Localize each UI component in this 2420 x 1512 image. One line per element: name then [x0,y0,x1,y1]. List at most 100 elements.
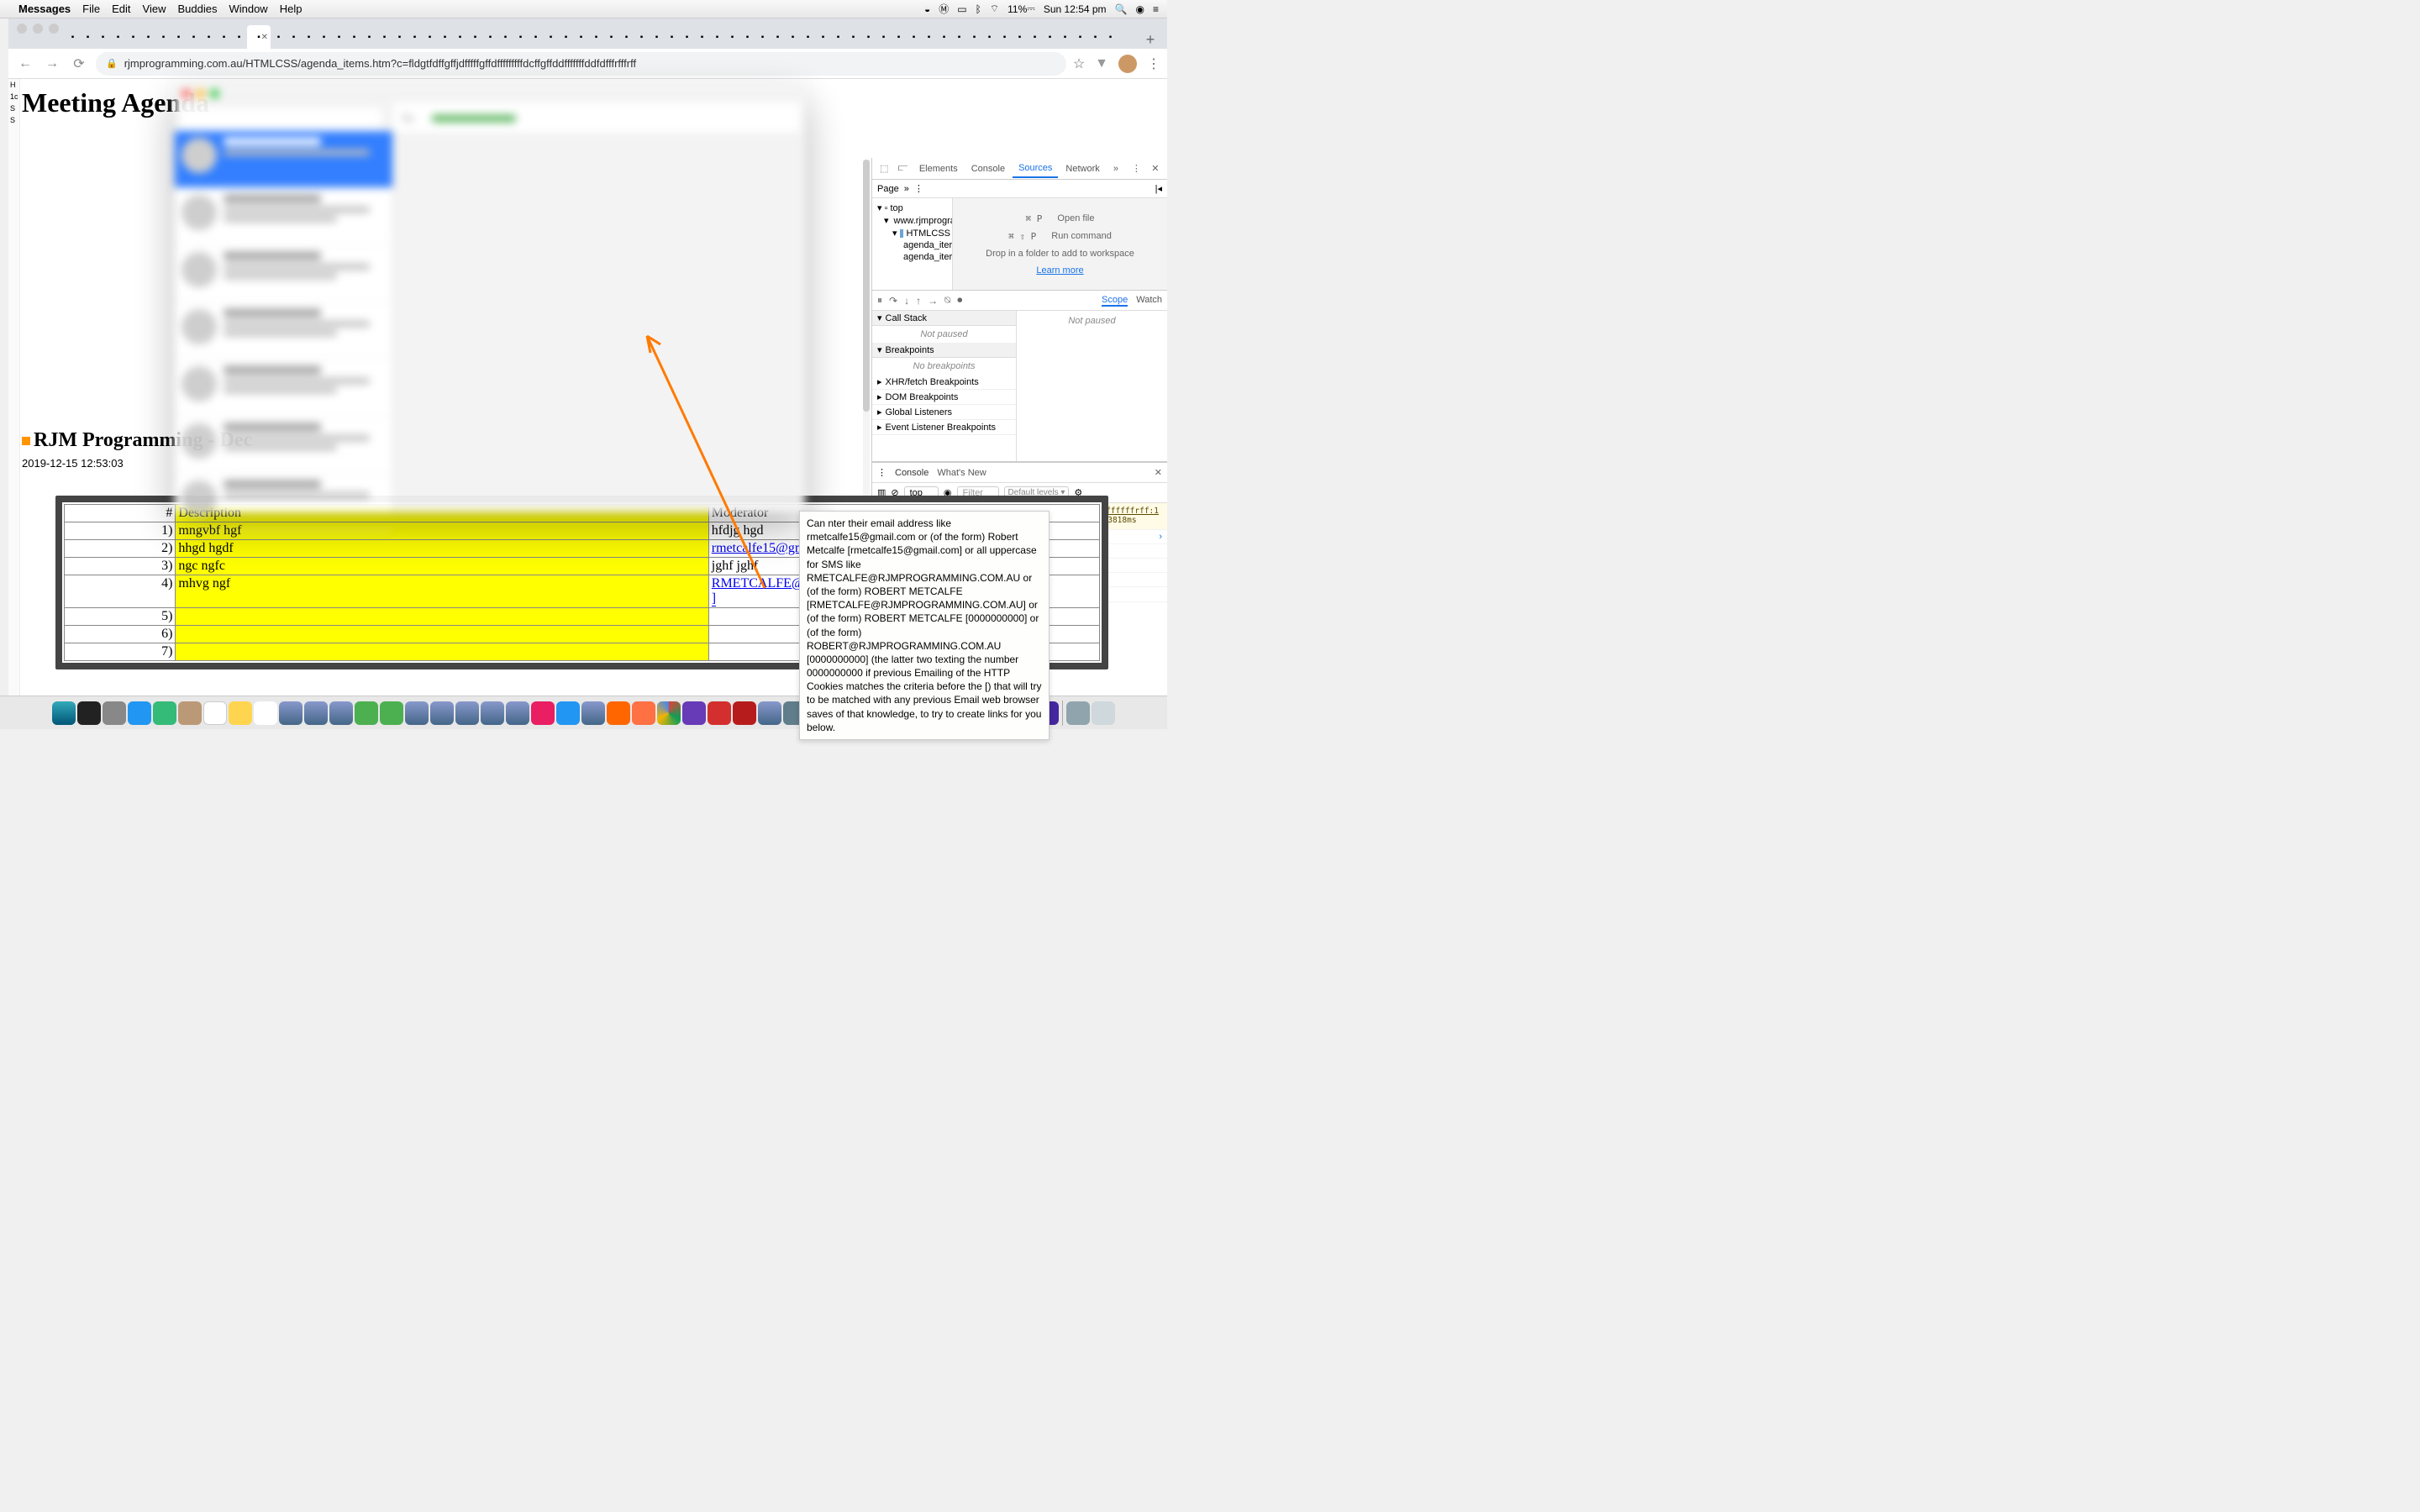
tab[interactable]: ▪ [1058,25,1072,49]
dock-launchpad[interactable] [103,701,126,725]
tab[interactable]: ▪ [574,25,588,49]
tab[interactable]: ▪ [317,25,331,49]
tab[interactable]: ▪ [302,25,316,49]
dock-siri[interactable] [77,701,101,725]
dock-app[interactable] [481,701,504,725]
tab[interactable]: ▪ [786,25,800,49]
devtools-close-icon[interactable]: ✕ [1147,163,1164,174]
desc-cell[interactable]: mhvg ngf [176,575,708,608]
dom-breakpoints[interactable]: ▸ DOM Breakpoints [872,390,1016,405]
step-out-icon[interactable]: ↑ [916,295,921,307]
window-close[interactable] [17,24,27,34]
conversation[interactable] [175,360,392,417]
menu-file[interactable]: File [82,3,100,15]
tab[interactable]: ▪ [695,25,709,49]
desc-cell[interactable]: ngc ngfc [176,558,708,575]
tab[interactable]: ▪ [1013,25,1027,49]
sources-page-tab[interactable]: Page [877,184,899,194]
chrome-menu-icon[interactable]: ⋮ [1147,55,1160,72]
tab[interactable]: ▪ [589,25,603,49]
step-icon[interactable]: → [928,295,938,307]
tab[interactable]: ▪ [604,25,618,49]
tab[interactable]: ▪ [816,25,830,49]
tree-file[interactable]: agenda_iter [874,251,950,263]
tabs-overflow-icon[interactable]: » [1107,164,1124,174]
airplay-icon[interactable]: ▭ [957,3,966,15]
tab[interactable]: ▪ [171,25,186,49]
tab[interactable]: ▪ [544,25,558,49]
tab[interactable]: ▪ [619,25,634,49]
tab[interactable]: ▪ [513,25,528,49]
back-button[interactable]: ← [15,54,35,74]
tab[interactable]: ▪ [725,25,739,49]
tab[interactable]: ▪ [287,25,301,49]
tab[interactable]: ▪ [483,25,497,49]
tab[interactable]: ▪ [1088,25,1102,49]
tab[interactable]: ▪ [967,25,981,49]
tree-file[interactable]: agenda_iter [874,239,950,251]
msg-zoom[interactable] [210,89,219,98]
dock-itunes[interactable] [531,701,555,725]
msg-minimize[interactable] [196,89,205,98]
drawer-tab-console[interactable]: Console [895,468,929,478]
tree-folder[interactable]: ▾ HTMLCSS [874,227,950,239]
close-tab-icon[interactable]: ✕ [261,33,268,42]
wifi-icon[interactable]: ⌔ [990,3,999,15]
tab[interactable]: ▪ [187,25,201,49]
tab[interactable]: ▪ [831,25,845,49]
tab[interactable]: ▪ [634,25,649,49]
tab[interactable]: ▪ [66,25,80,49]
tab[interactable]: ▪ [846,25,860,49]
tab[interactable]: ▪ [1028,25,1042,49]
dock-trash[interactable] [1092,701,1115,725]
call-stack-header[interactable]: ▾ Call Stack [872,311,1016,326]
tab[interactable]: ▪ [665,25,679,49]
extension-icon[interactable]: ▼ [1095,56,1108,71]
tab-active[interactable]: ▪✕ [247,25,271,49]
breakpoints-header[interactable]: ▾ Breakpoints [872,343,1016,358]
pause-exceptions-icon[interactable]: ⏺ [957,294,962,307]
desc-cell[interactable] [176,643,708,661]
watch-tab[interactable]: Watch [1136,295,1162,307]
dock-app[interactable] [506,701,529,725]
tab[interactable]: ▪ [997,25,1012,49]
tab[interactable]: ▪ [332,25,346,49]
tab[interactable]: ▪ [498,25,513,49]
tab[interactable]: ▪ [1043,25,1057,49]
tab[interactable]: ▪ [126,25,140,49]
tab[interactable]: ▪ [680,25,694,49]
dock-filezilla[interactable] [733,701,756,725]
tab[interactable]: ▪ [202,25,216,49]
tab[interactable]: ▪ [801,25,815,49]
battery-status[interactable]: 11% ⎓ [1007,3,1035,15]
tab[interactable]: ▪ [141,25,155,49]
profile-avatar-icon[interactable] [1118,55,1137,73]
tab[interactable]: ▪ [377,25,392,49]
tab[interactable]: ▪ [438,25,452,49]
dock-mail[interactable] [153,701,176,725]
tab-elements[interactable]: Elements [913,160,964,177]
dock-app[interactable] [430,701,454,725]
dock-app[interactable] [405,701,429,725]
conversation[interactable] [175,245,392,302]
tab[interactable]: ▪ [271,25,286,49]
tab[interactable]: ▪ [408,25,422,49]
drawer-menu-icon[interactable]: ⋮ [877,467,886,478]
dock-app[interactable] [279,701,302,725]
tab[interactable]: ▪ [771,25,785,49]
drawer-tab-whatsnew[interactable]: What's New [937,468,986,478]
dock-notes[interactable] [229,701,252,725]
clock[interactable]: Sun 12:54 pm [1044,3,1107,15]
sources-more-icon[interactable]: » [904,184,909,194]
antivirus-icon[interactable]: ◒ [924,3,930,15]
dock-downloads[interactable] [1066,701,1090,725]
malwarebytes-icon[interactable]: Ⓜ [939,2,949,16]
device-toolbar-icon[interactable]: ⫍ [894,163,911,174]
dock-app[interactable] [581,701,605,725]
desc-cell[interactable] [176,608,708,626]
dock-firefox[interactable] [632,701,655,725]
tab[interactable]: ▪ [892,25,906,49]
tab[interactable]: ▪ [347,25,361,49]
step-into-icon[interactable]: ↓ [904,295,909,307]
conversation[interactable] [175,417,392,474]
